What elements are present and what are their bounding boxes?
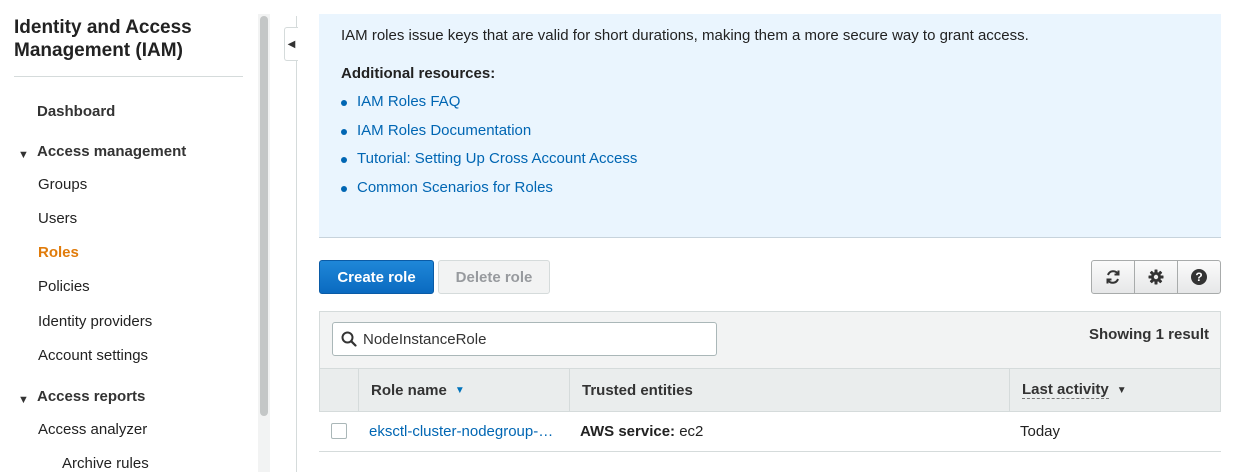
table-filter-bar: NodeInstanceRole Showing 1 result xyxy=(319,311,1221,368)
bullet-icon xyxy=(341,100,347,106)
last-activity-cell: Today xyxy=(1020,423,1061,440)
resources-heading: Additional resources: xyxy=(341,65,496,82)
column-label: Last activity xyxy=(1022,381,1109,399)
list-item: Tutorial: Setting Up Cross Account Acces… xyxy=(341,150,637,179)
link-common-scenarios[interactable]: Common Scenarios for Roles xyxy=(357,179,553,196)
sidebar-item-archive-rules[interactable]: Archive rules xyxy=(62,455,149,472)
sidebar: Identity and Access Management (IAM) Das… xyxy=(0,0,258,472)
delete-role-button[interactable]: Delete role xyxy=(438,260,550,294)
sort-desc-icon: ▼ xyxy=(454,384,465,396)
row-checkbox[interactable] xyxy=(331,423,347,439)
resources-list: IAM Roles FAQ IAM Roles Documentation Tu… xyxy=(341,93,637,207)
bullet-icon xyxy=(341,185,347,192)
refresh-button[interactable] xyxy=(1092,261,1135,293)
info-description: IAM roles issue keys that are valid for … xyxy=(341,27,1029,44)
sidebar-section-access-reports[interactable]: Access reports xyxy=(37,388,145,405)
search-value: NodeInstanceRole xyxy=(363,331,487,348)
settings-button[interactable] xyxy=(1135,261,1178,293)
sidebar-scrollbar-thumb[interactable] xyxy=(260,16,268,416)
create-role-button[interactable]: Create role xyxy=(319,260,434,294)
caret-down-icon[interactable]: ▼ xyxy=(18,394,29,406)
search-icon xyxy=(341,331,357,347)
sidebar-item-dashboard[interactable]: Dashboard xyxy=(37,103,115,120)
trusted-entities-value: ec2 xyxy=(679,423,704,440)
sidebar-item-account-settings[interactable]: Account settings xyxy=(38,347,148,364)
sidebar-item-policies[interactable]: Policies xyxy=(38,278,90,295)
sidebar-section-access-management[interactable]: Access management xyxy=(37,143,186,160)
help-button[interactable]: ? xyxy=(1178,261,1220,293)
table-row: eksctl-cluster-nodegroup-ng-NodeInstance… xyxy=(319,412,1221,452)
trusted-entities-cell: AWS service: ec2 xyxy=(580,423,703,440)
caret-down-icon[interactable]: ▼ xyxy=(18,149,29,161)
sidebar-item-identity-providers[interactable]: Identity providers xyxy=(38,313,152,330)
gear-icon xyxy=(1148,269,1164,285)
sidebar-title: Identity and Access Management (IAM) xyxy=(14,17,192,61)
sidebar-item-users[interactable]: Users xyxy=(38,210,77,227)
list-item: IAM Roles FAQ xyxy=(341,93,637,122)
search-input[interactable]: NodeInstanceRole xyxy=(332,322,717,356)
sidebar-border xyxy=(296,16,297,472)
chevron-left-icon: ◀ xyxy=(287,38,296,50)
sidebar-item-groups[interactable]: Groups xyxy=(38,176,87,193)
table-header: Role name ▼ Trusted entities Last activi… xyxy=(319,368,1221,412)
info-panel: IAM roles issue keys that are valid for … xyxy=(319,14,1221,238)
sidebar-item-access-analyzer[interactable]: Access analyzer xyxy=(38,421,147,438)
bullet-icon xyxy=(341,128,347,135)
list-item: Common Scenarios for Roles xyxy=(341,179,637,208)
list-item: IAM Roles Documentation xyxy=(341,122,637,151)
column-label: Role name xyxy=(371,381,447,399)
sidebar-divider xyxy=(14,76,243,77)
link-iam-roles-documentation[interactable]: IAM Roles Documentation xyxy=(357,122,531,139)
column-header-trusted-entities[interactable]: Trusted entities xyxy=(569,369,1010,411)
role-name-link[interactable]: eksctl-cluster-nodegroup-ng-NodeInstance… xyxy=(369,423,561,440)
column-header-role-name[interactable]: Role name ▼ xyxy=(358,369,569,411)
trusted-entities-label: AWS service: xyxy=(580,423,676,440)
refresh-icon xyxy=(1106,270,1120,284)
result-count: Showing 1 result xyxy=(1088,326,1209,343)
sidebar-item-roles[interactable]: Roles xyxy=(38,244,79,261)
sort-caret-icon: ▼ xyxy=(1116,384,1127,396)
column-label: Trusted entities xyxy=(582,381,693,399)
column-header-last-activity[interactable]: Last activity ▼ xyxy=(1009,369,1220,411)
link-tutorial-cross-account[interactable]: Tutorial: Setting Up Cross Account Acces… xyxy=(357,150,637,167)
collapse-sidebar-button[interactable]: ◀ xyxy=(284,27,298,61)
help-icon: ? xyxy=(1191,269,1207,285)
link-iam-roles-faq[interactable]: IAM Roles FAQ xyxy=(357,93,460,110)
bullet-icon xyxy=(341,157,347,163)
table-actions-group: ? xyxy=(1091,260,1221,294)
